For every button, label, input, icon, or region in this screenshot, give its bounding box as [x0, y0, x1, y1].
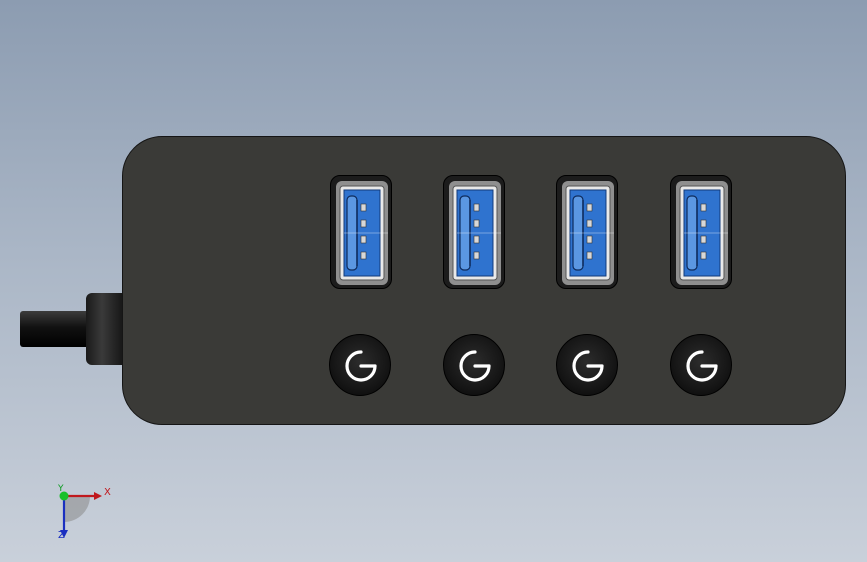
cad-viewport[interactable]: X Y Z	[0, 0, 867, 562]
usb-port-icon	[449, 181, 501, 285]
power-button-4[interactable]	[670, 334, 732, 396]
axis-x-label: X	[104, 487, 111, 498]
usb-hub-model[interactable]	[0, 0, 867, 562]
power-icon	[572, 350, 604, 382]
usb-port-icon	[676, 181, 728, 285]
usb-port-2[interactable]	[443, 175, 505, 289]
coordinate-triad: X Y Z	[40, 480, 120, 550]
usb-port-3[interactable]	[556, 175, 618, 289]
power-icon	[686, 350, 718, 382]
usb-port-icon	[562, 181, 614, 285]
usb-port-4[interactable]	[670, 175, 732, 289]
axis-z-label: Z	[58, 530, 65, 541]
power-button-2[interactable]	[443, 334, 505, 396]
usb-port-1[interactable]	[330, 175, 392, 289]
power-button-3[interactable]	[556, 334, 618, 396]
usb-port-icon	[336, 181, 388, 285]
power-icon	[345, 350, 377, 382]
cable-strain-relief	[86, 293, 126, 365]
axis-y-label: Y	[58, 484, 64, 494]
power-button-1[interactable]	[329, 334, 391, 396]
power-icon	[459, 350, 491, 382]
